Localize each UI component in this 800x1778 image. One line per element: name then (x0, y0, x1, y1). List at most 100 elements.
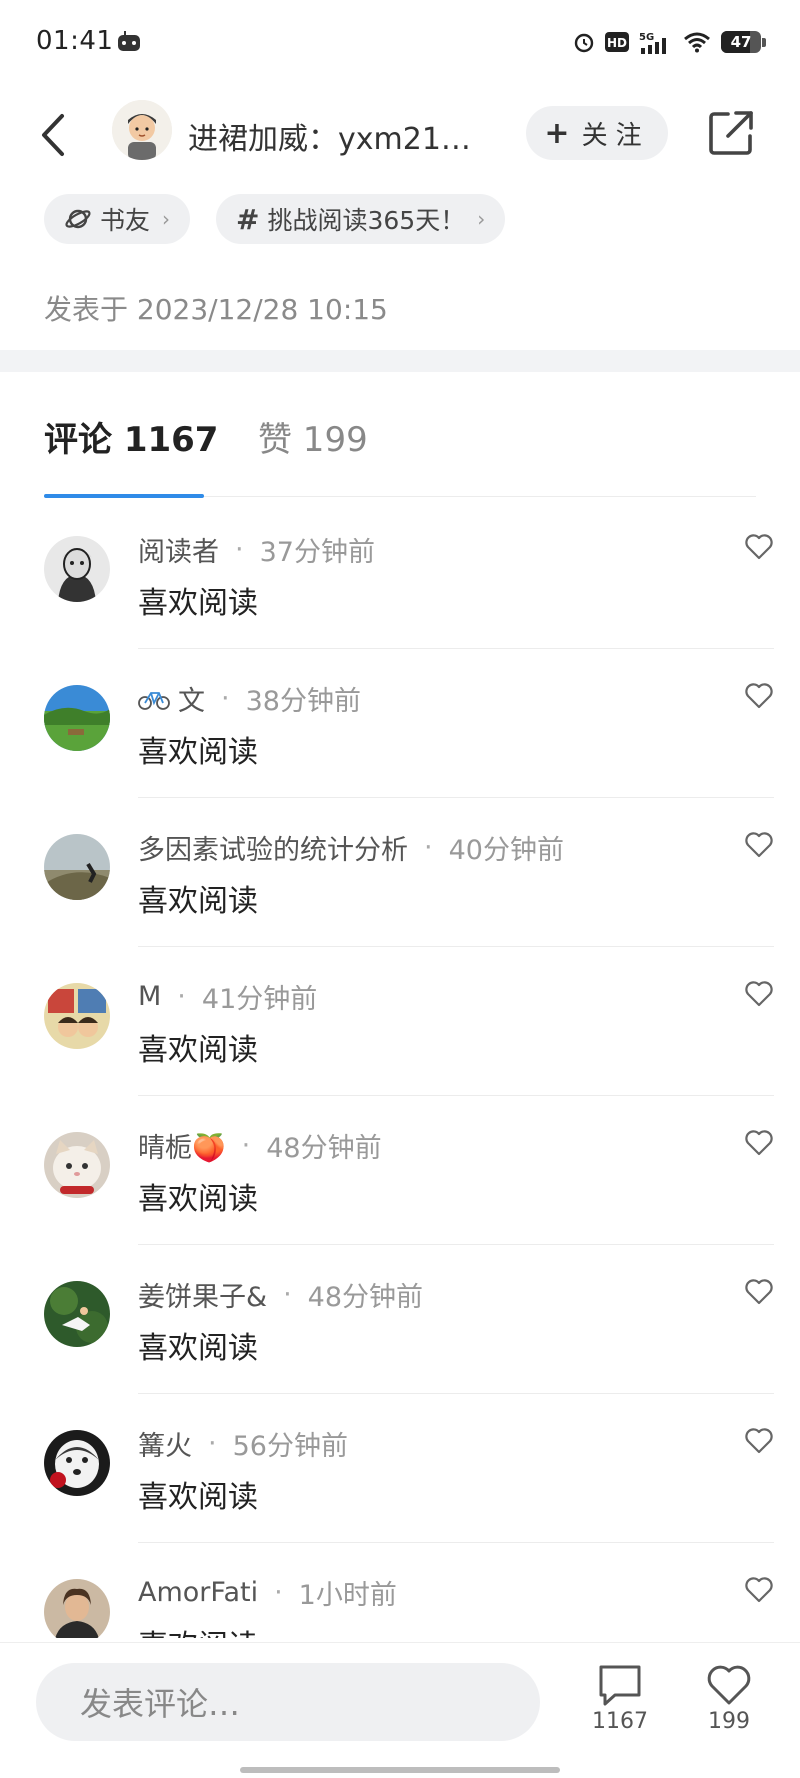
section-divider (0, 350, 800, 372)
comment-text: 喜欢阅读 (138, 735, 258, 770)
comment-item: AmorFati · 1小时前 喜欢阅读 (0, 1543, 800, 1638)
comment-time: 48分钟前 (266, 1133, 382, 1164)
comment-text: 喜欢阅读 (138, 1480, 258, 1515)
comment-count: 1167 (592, 1709, 648, 1734)
game-controller-icon (117, 30, 141, 52)
comment-text: 喜欢阅读 (138, 1182, 258, 1217)
svg-text:HD: HD (607, 36, 627, 50)
share-external-icon (709, 111, 753, 155)
comment-time: 40分钟前 (448, 835, 564, 866)
heart-outline-icon[interactable] (744, 830, 774, 860)
comment-text: 喜欢阅读 (138, 1331, 258, 1366)
chevron-left-icon (42, 114, 64, 156)
chevron-right-icon: › (162, 207, 171, 231)
plus-icon: + (544, 115, 570, 151)
heart-outline-icon[interactable] (744, 1575, 774, 1605)
comment-like-tabs: 评论 1167 赞 199 (44, 412, 756, 498)
comment-time: 48分钟前 (307, 1282, 424, 1313)
comment-item: 阅读者 · 37分钟前 喜欢阅读 (0, 500, 800, 649)
heart-outline-icon (707, 1665, 751, 1705)
comment-time: 41分钟前 (201, 984, 318, 1015)
like-button[interactable]: 199 (689, 1663, 769, 1734)
comment-time: 38分钟前 (245, 686, 361, 717)
tab-likes[interactable]: 赞 199 (258, 412, 368, 461)
share-button[interactable] (706, 108, 756, 158)
post-detail-screen: 01:41 HD 5G 47 进裙加威：yxm21… + 关注 书友 › # 挑… (0, 0, 800, 1778)
alarm-icon (573, 31, 595, 53)
back-button[interactable] (30, 108, 84, 162)
tab-comments[interactable]: 评论 1167 (44, 412, 218, 461)
commenter-name[interactable]: 多因素试验的统计分析 (138, 828, 408, 867)
comment-item: 篝火 · 56分钟前 喜欢阅读 (0, 1394, 800, 1543)
battery-level: 47 (730, 33, 752, 51)
commenter-avatar[interactable] (44, 983, 110, 1049)
commenter-avatar[interactable] (44, 1132, 110, 1198)
comment-input[interactable]: 发表评论… (36, 1663, 540, 1741)
author-avatar[interactable] (112, 100, 172, 160)
hd-icon: HD (605, 31, 629, 53)
header: 进裙加威：yxm21… + 关注 (0, 90, 800, 194)
comment-item: 姜饼果子& · 48分钟前 喜欢阅读 (0, 1245, 800, 1394)
tag-list: 书友 › # 挑战阅读365天！ › (44, 194, 506, 244)
comment-meta: M · 41分钟前 (138, 977, 317, 1016)
heart-outline-icon[interactable] (744, 681, 774, 711)
commenter-avatar[interactable] (44, 1579, 110, 1638)
comment-meta: 阅读者 · 37分钟前 (138, 530, 375, 569)
commenter-avatar[interactable] (44, 1430, 110, 1496)
commenter-avatar[interactable] (44, 536, 110, 602)
author-name[interactable]: 进裙加威：yxm21… (188, 114, 488, 158)
tag-label: 书友 (100, 206, 151, 235)
cellular-5g-icon: 5G (639, 30, 673, 54)
comment-button[interactable]: 1167 (580, 1663, 660, 1734)
wifi-icon (683, 31, 711, 53)
follow-label: 关注 (581, 120, 650, 151)
comment-text: 喜欢阅读 (138, 884, 258, 919)
heart-outline-icon[interactable] (744, 979, 774, 1009)
comment-item: 文 · 38分钟前 喜欢阅读 (0, 649, 800, 798)
status-time: 01:41 (36, 26, 114, 56)
home-indicator[interactable] (240, 1767, 560, 1773)
planet-icon (64, 205, 92, 233)
chevron-right-icon: › (477, 207, 486, 231)
follow-button[interactable]: + 关注 (526, 106, 668, 160)
comment-text: 喜欢阅读 (138, 1033, 258, 1068)
heart-outline-icon[interactable] (744, 1128, 774, 1158)
posted-time: 发表于 2023/12/28 10:15 (44, 293, 388, 326)
comment-time: 1小时前 (298, 1580, 397, 1611)
commenter-avatar[interactable] (44, 685, 110, 751)
tag-label: 挑战阅读365天！ (267, 206, 466, 235)
comment-meta: AmorFati · 1小时前 (138, 1573, 397, 1612)
heart-outline-icon[interactable] (744, 1277, 774, 1307)
svg-text:5G: 5G (639, 32, 654, 43)
commenter-avatar[interactable] (44, 834, 110, 900)
comment-item: 多因素试验的统计分析 · 40分钟前 喜欢阅读 (0, 798, 800, 947)
comment-item: M · 41分钟前 喜欢阅读 (0, 947, 800, 1096)
bottom-action-bar: 发表评论… 1167 199 (0, 1642, 800, 1778)
comment-time: 56分钟前 (232, 1431, 348, 1462)
tag-chip-challenge[interactable]: # 挑战阅读365天！ › (216, 194, 506, 244)
comment-meta: 篝火 · 56分钟前 (138, 1424, 348, 1463)
commenter-name[interactable]: 阅读者 (138, 530, 219, 569)
commenter-avatar[interactable] (44, 1281, 110, 1347)
commenter-name[interactable]: M (138, 981, 161, 1012)
comment-meta: 姜饼果子& · 48分钟前 (138, 1275, 423, 1314)
heart-outline-icon[interactable] (744, 1426, 774, 1456)
status-icons: HD 5G 47 (573, 28, 766, 56)
bicycle-icon (138, 687, 170, 711)
commenter-name[interactable]: 文 (178, 679, 205, 718)
tag-chip-bookfriends[interactable]: 书友 › (44, 194, 191, 244)
status-bar: 01:41 HD 5G 47 (0, 0, 800, 90)
battery-icon: 47 (721, 31, 761, 53)
hash-icon: # (236, 202, 260, 236)
heart-outline-icon[interactable] (744, 532, 774, 562)
comment-time: 37分钟前 (259, 537, 375, 568)
commenter-name[interactable]: 篝火 (138, 1424, 192, 1463)
commenter-name[interactable]: 晴栀🍑 (138, 1126, 226, 1165)
commenter-name[interactable]: 姜饼果子& (138, 1275, 267, 1314)
commenter-name[interactable]: AmorFati (138, 1577, 258, 1608)
comment-list: 阅读者 · 37分钟前 喜欢阅读 文 · 38分钟前 喜欢阅读 多因素试验的统计… (0, 500, 800, 1638)
comment-meta: 多因素试验的统计分析 · 40分钟前 (138, 828, 564, 867)
comment-meta: 文 · 38分钟前 (138, 679, 361, 718)
comment-text: 喜欢阅读 (138, 1621, 258, 1638)
comment-text: 喜欢阅读 (138, 586, 258, 621)
